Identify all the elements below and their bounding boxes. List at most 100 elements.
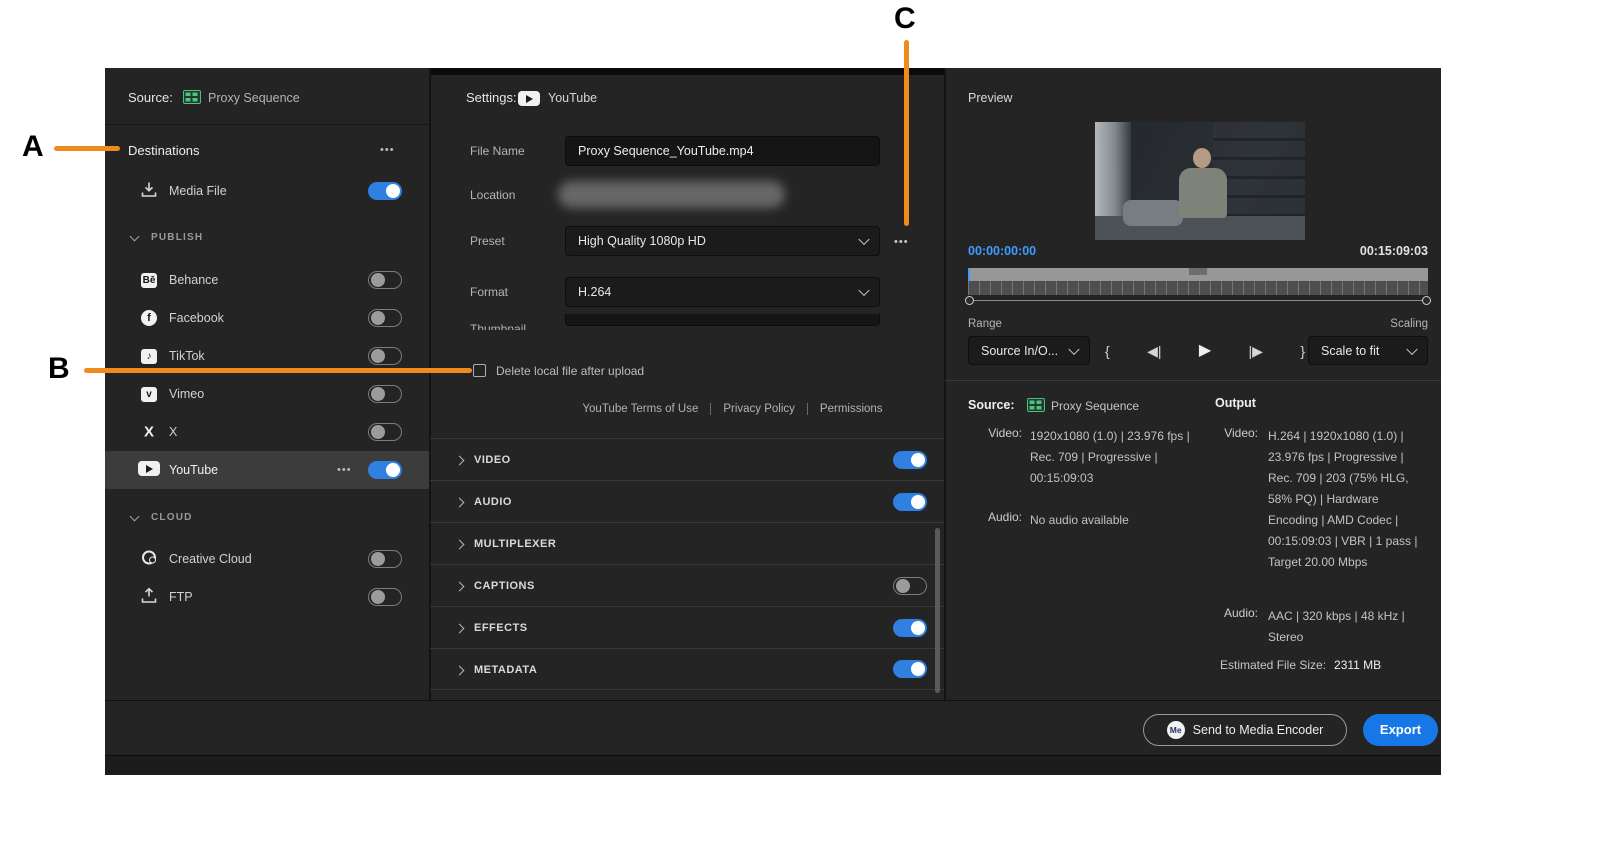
step-forward-button[interactable]: |▶ [1249,336,1263,366]
file-name-input[interactable]: Proxy Sequence_YouTube.mp4 [565,136,880,166]
preview-scrub-bar[interactable] [968,268,1428,281]
set-out-point-button[interactable]: } [1300,336,1305,366]
destination-x[interactable]: X X [105,413,430,451]
section-audio[interactable]: AUDIO [430,480,945,522]
publish-group-header[interactable]: PUBLISH [105,224,430,250]
effects-toggle[interactable] [893,619,927,637]
playhead-marker[interactable] [968,268,970,281]
creative-cloud-icon [137,551,161,568]
preset-select[interactable]: High Quality 1080p HD [565,226,880,256]
ftp-toggle[interactable] [368,588,402,606]
source-audio-label: Audio: [972,510,1022,524]
thumbnail-field-partial[interactable] [565,314,880,326]
delete-local-file-checkbox[interactable] [473,364,486,377]
source-label: Source: [128,90,173,105]
play-button[interactable]: ▶ [1199,336,1211,366]
link-separator [710,403,711,415]
destination-youtube[interactable]: YouTube ••• [105,451,430,489]
behance-icon: Bē [137,272,161,288]
section-label: CAPTIONS [474,580,535,592]
preview-info-divider [945,380,1441,381]
cloud-group-header[interactable]: CLOUD [105,504,430,530]
step-back-button[interactable]: ◀| [1147,336,1161,366]
tiktok-toggle[interactable] [368,347,402,365]
destination-label: FTP [169,590,193,604]
destination-behance[interactable]: Bē Behance [105,261,430,299]
window-bottom-edge [105,755,1441,775]
info-output-label: Output [1215,396,1256,410]
timeline-ruler[interactable] [968,281,1428,295]
location-value-redacted[interactable] [558,181,785,208]
publish-group-label: PUBLISH [151,232,203,243]
youtube-menu-button[interactable]: ••• [337,464,352,476]
destination-creative-cloud[interactable]: Creative Cloud [105,540,430,578]
chevron-down-icon [1406,343,1417,354]
permissions-link[interactable]: Permissions [820,403,883,415]
thumbnail-person-head [1193,148,1211,168]
x-toggle[interactable] [368,423,402,441]
youtube-toggle[interactable] [368,461,402,479]
terms-of-use-link[interactable]: YouTube Terms of Use [582,403,698,415]
chevron-down-icon [130,512,140,522]
audio-toggle[interactable] [893,493,927,511]
privacy-policy-link[interactable]: Privacy Policy [723,403,795,415]
destination-vimeo[interactable]: v Vimeo [105,375,430,413]
footer-bar: Me Send to Media Encoder Export [105,700,1441,755]
send-to-media-encoder-button[interactable]: Me Send to Media Encoder [1143,714,1347,746]
video-toggle[interactable] [893,451,927,469]
scrub-thumb[interactable] [1189,268,1207,275]
estimated-file-size-value: 2311 MB [1334,658,1381,672]
destinations-panel: Source: Proxy Sequence Destinations ••• … [105,68,430,700]
section-captions[interactable]: CAPTIONS [430,564,945,606]
preview-panel: Preview 00:00:00:00 00:15:09:03 Range Sc… [945,68,1441,700]
captions-toggle[interactable] [893,577,927,595]
scaling-select[interactable]: Scale to fit [1308,336,1428,365]
youtube-icon [518,91,540,109]
export-button[interactable]: Export [1363,714,1438,746]
section-metadata[interactable]: METADATA [430,648,945,690]
media-file-toggle[interactable] [368,182,402,200]
destination-label: YouTube [169,463,218,477]
destination-facebook[interactable]: f Facebook [105,299,430,337]
facebook-toggle[interactable] [368,309,402,327]
youtube-links-row: YouTube Terms of Use Privacy Policy Perm… [565,403,900,415]
vimeo-glyph: v [141,387,157,402]
range-select[interactable]: Source In/O... [968,336,1090,365]
chevron-right-icon [455,666,465,676]
vimeo-toggle[interactable] [368,385,402,403]
destination-label: Behance [169,273,218,287]
range-label: Range [968,318,1002,330]
thumbnail-label: Thumbnail [470,322,526,330]
media-encoder-icon: Me [1167,721,1185,739]
range-in-handle[interactable] [965,296,974,305]
settings-scrollbar[interactable] [935,528,940,693]
format-select[interactable]: H.264 [565,277,880,307]
section-effects[interactable]: EFFECTS [430,606,945,648]
info-source-name: Proxy Sequence [1051,399,1139,413]
send-to-media-encoder-label: Send to Media Encoder [1193,723,1324,737]
output-video-value: H.264 | 1920x1080 (1.0) | 23.976 fps | P… [1268,426,1428,573]
toggle-knob [371,349,385,363]
location-label: Location [470,188,515,202]
metadata-toggle[interactable] [893,660,927,678]
destinations-menu-button[interactable]: ••• [380,144,395,156]
preview-title: Preview [968,91,1012,105]
behance-toggle[interactable] [368,271,402,289]
destination-ftp[interactable]: FTP [105,578,430,616]
destination-media-file[interactable]: Media File [105,172,430,210]
set-in-point-button[interactable]: { [1105,336,1110,366]
chevron-down-icon [858,285,869,296]
section-multiplexer[interactable]: MULTIPLEXER [430,522,945,564]
sequence-icon [1027,398,1045,415]
range-out-handle[interactable] [1422,296,1431,305]
section-video[interactable]: VIDEO [430,438,945,480]
toggle-knob [896,579,910,593]
output-video-label: Video: [1213,426,1258,440]
chevron-down-icon [130,232,140,242]
source-video-label: Video: [972,426,1022,440]
section-label: METADATA [474,664,537,676]
export-dialog: Source: Proxy Sequence Destinations ••• … [105,68,1441,775]
creative-cloud-toggle[interactable] [368,550,402,568]
chevron-down-icon [858,234,869,245]
preset-more-button[interactable]: ••• [894,236,909,248]
